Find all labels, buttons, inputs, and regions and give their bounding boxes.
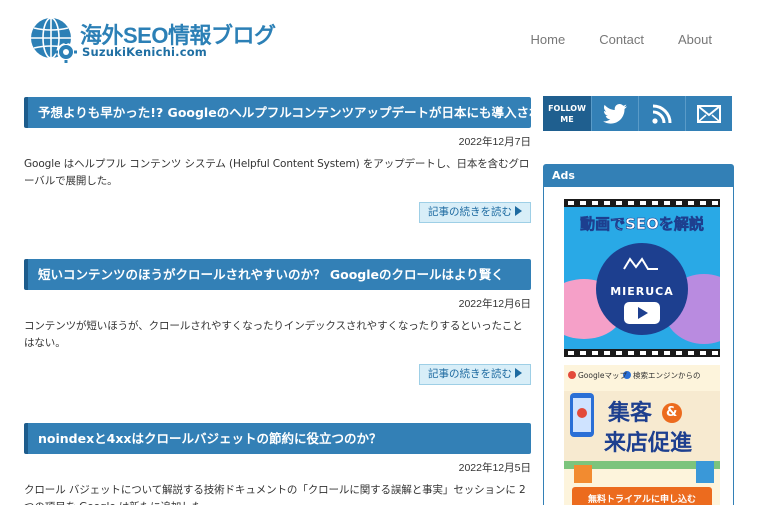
ad2-badge: Googleマップ (578, 371, 627, 380)
read-more-button[interactable]: 記事の続きを読む (419, 202, 531, 223)
ad2-amp: & (661, 403, 682, 423)
post-excerpt: Google はヘルプフル コンテンツ システム (Helpful Conten… (24, 158, 530, 187)
nav-contact[interactable]: Contact (599, 32, 644, 47)
rss-button[interactable] (638, 96, 685, 131)
ad2-cta: 無料トライアルに申し込む (588, 495, 696, 505)
ads-title: Ads (544, 165, 733, 187)
read-more-button[interactable]: 記事の続きを読む (419, 364, 531, 385)
ads-body: 動画でSEOを解説 MIERUCA Googleマップ 検索エンジンからの 集客… (544, 187, 733, 505)
nav-home[interactable]: Home (531, 32, 566, 47)
site-subtitle: SuzukiKenichi.com (82, 45, 207, 59)
read-more-label: 記事の続きを読む (428, 206, 512, 218)
ad2-line1a: 集客 (608, 401, 653, 426)
globe-icon (31, 17, 77, 63)
post-item: 予想よりも早かった!? Googleのヘルプフルコンテンツアップデートが日本にも… (24, 97, 531, 259)
mieruca-ad[interactable]: 動画でSEOを解説 MIERUCA (564, 199, 720, 357)
ad2-line2: 来店促進 (604, 431, 693, 456)
follow-bar: FOLLOW ME (543, 96, 734, 131)
follow-label: FOLLOW ME (543, 96, 591, 131)
mail-icon (697, 104, 721, 123)
ads-widget: Ads 動画でSEOを解説 MIERUCA Googleマップ 検索エンジンから… (543, 164, 734, 505)
read-more-label: 記事の続きを読む (428, 368, 512, 380)
ad1-brand: MIERUCA (610, 285, 674, 298)
post-item: noindexと4xxはクロールバジェットの節約に役立つのか？ 2022年12月… (24, 423, 531, 505)
site-header: 海外SEO情報ブログ SuzukiKenichi.com Home Contac… (0, 0, 760, 80)
post-date: 2022年12月7日 (458, 136, 531, 148)
post-date: 2022年12月6日 (458, 298, 531, 310)
rss-icon (652, 104, 672, 124)
main-nav: Home Contact About (497, 32, 712, 47)
mail-button[interactable] (685, 96, 732, 131)
nav-about[interactable]: About (678, 32, 712, 47)
ad2-line1: 集客 & (608, 395, 682, 427)
site-logo[interactable]: 海外SEO情報ブログ SuzukiKenichi.com (29, 15, 289, 65)
ad2-search: 検索エンジンからの (633, 371, 701, 380)
post-title[interactable]: 予想よりも早かった!? Googleのヘルプフルコンテンツアップデートが日本にも… (24, 97, 531, 128)
post-excerpt: コンテンツが短いほうが、クロールされやすくなったりインデックスされやすくなったり… (24, 320, 523, 349)
ad1-headline: 動画でSEOを解説 (580, 215, 704, 234)
post-date: 2022年12月5日 (458, 462, 531, 474)
triangle-right-icon (515, 206, 522, 216)
twitter-button[interactable] (591, 96, 638, 131)
post-excerpt: クロール バジェットについて解説する技術ドキュメントの「クロールに関する誤解と事… (24, 484, 526, 505)
post-title[interactable]: noindexと4xxはクロールバジェットの節約に役立つのか？ (24, 423, 531, 454)
triangle-right-icon (515, 368, 522, 378)
twitter-icon (603, 103, 627, 124)
post-title[interactable]: 短いコンテンツのほうがクロールされやすいのか？ Googleのクロールはより賢く (24, 259, 531, 290)
post-item: 短いコンテンツのほうがクロールされやすいのか？ Googleのクロールはより賢く… (24, 259, 531, 423)
post-list: 予想よりも早かった!? Googleのヘルプフルコンテンツアップデートが日本にも… (24, 97, 531, 505)
sidebar: FOLLOW ME Ads 動画でSEOを解説 MIERUCA Googleマッ… (543, 96, 734, 505)
google-maps-ad[interactable]: Googleマップ 検索エンジンからの 集客 & 来店促進 無料トライアルに申し… (564, 365, 720, 505)
